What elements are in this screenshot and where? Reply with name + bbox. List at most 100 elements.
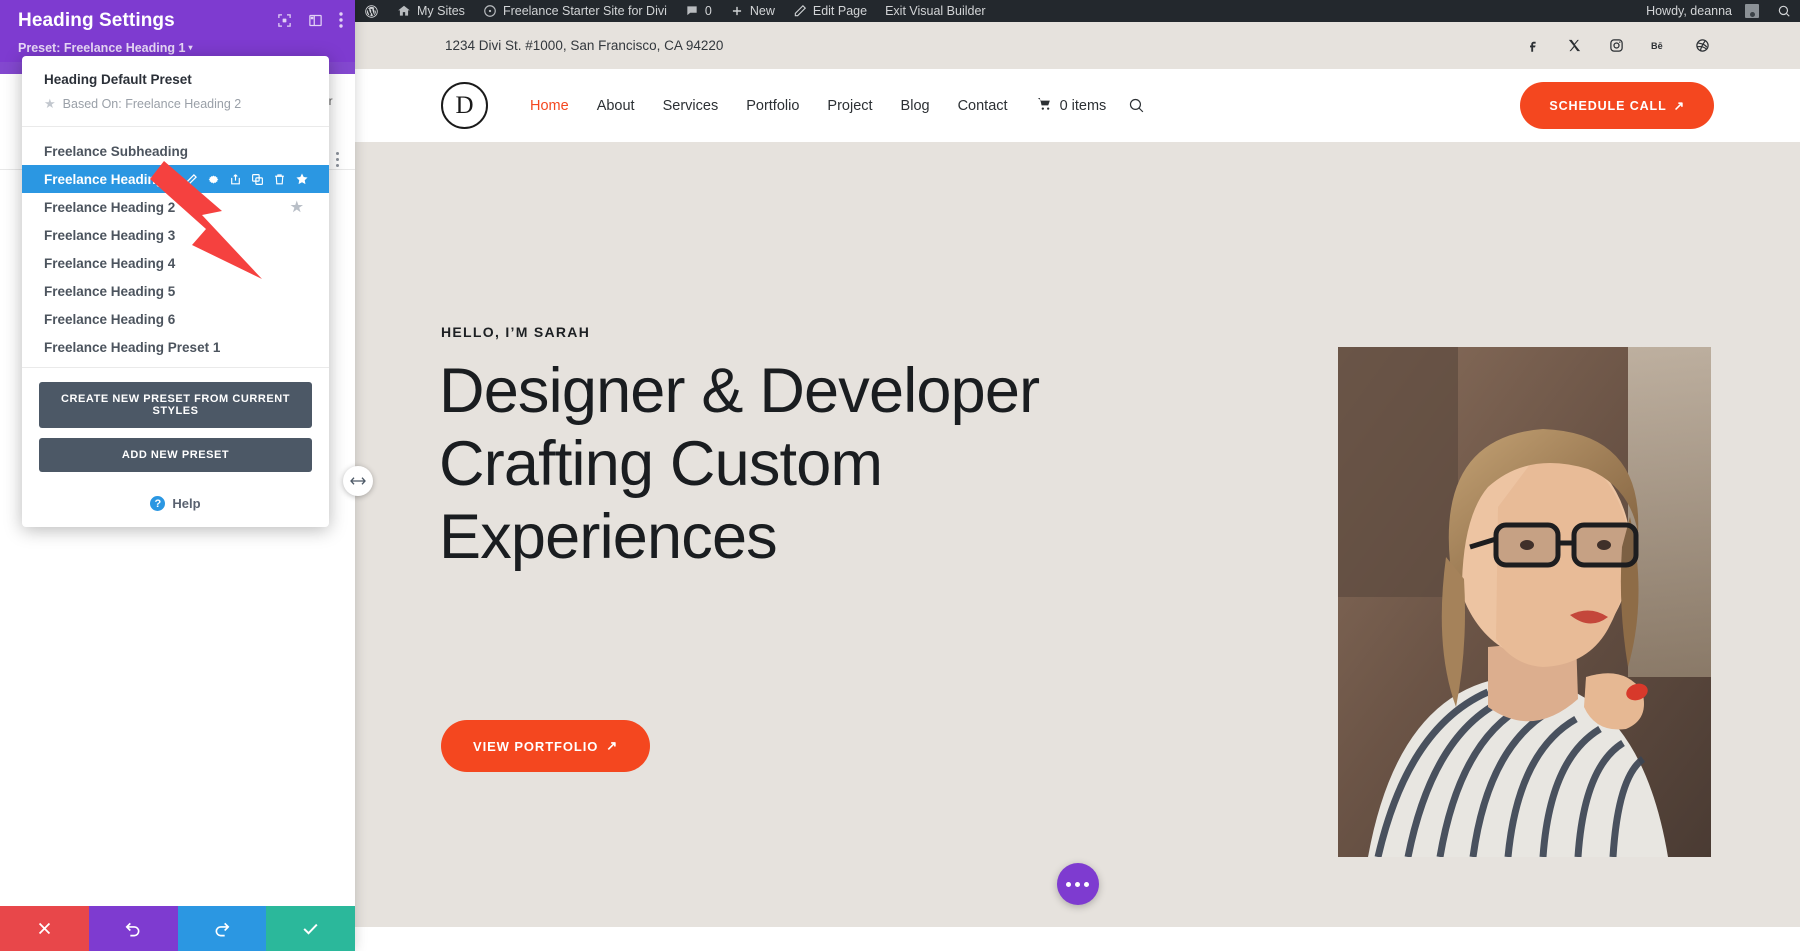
admin-bar-item-edit-page[interactable]: Edit Page: [784, 0, 876, 22]
preset-item-label: Freelance Heading Preset 1: [44, 339, 221, 355]
preset-selector[interactable]: Preset: Freelance Heading 1 ▾: [18, 41, 339, 55]
hero-section: HELLO, I’M SARAH Designer & Developer Cr…: [355, 142, 1800, 927]
admin-bar-item-comments[interactable]: 0: [676, 0, 721, 22]
panel-resize-handle[interactable]: [343, 466, 373, 496]
sites-icon: [397, 4, 411, 18]
preset-item-freelance-heading-4[interactable]: Freelance Heading 4: [22, 249, 329, 277]
dot: [1075, 881, 1080, 887]
settings-gear-icon[interactable]: [207, 173, 220, 186]
search-icon[interactable]: [1768, 0, 1800, 22]
help-link[interactable]: ? Help: [22, 486, 329, 519]
arrow-up-right-icon: ↗: [606, 738, 619, 753]
default-star-icon[interactable]: ★: [290, 199, 303, 216]
wordpress-admin-bar: My Sites Freelance Starter Site for Divi…: [355, 0, 1800, 22]
nav-link-about[interactable]: About: [597, 98, 635, 114]
add-new-preset-button[interactable]: ADD NEW PRESET: [39, 438, 312, 472]
snapshot-icon[interactable]: [277, 13, 292, 28]
nav-links: Home About Services Portfolio Project Bl…: [530, 98, 1008, 114]
wordpress-logo-icon[interactable]: [355, 0, 388, 22]
nav-link-home[interactable]: Home: [530, 98, 569, 114]
dribbble-icon[interactable]: [1695, 38, 1710, 53]
save-button[interactable]: [266, 906, 355, 951]
hero-heading[interactable]: Designer & Developer Crafting Custom Exp…: [439, 355, 1079, 574]
default-preset-block[interactable]: Heading Default Preset ★ Based On: Freel…: [22, 56, 329, 127]
admin-bar-label: Freelance Starter Site for Divi: [502, 4, 667, 18]
row-options-icon[interactable]: [336, 152, 339, 170]
preset-item-freelance-heading-preset-1[interactable]: Freelance Heading Preset 1: [22, 333, 329, 361]
preset-item-freelance-heading-6[interactable]: Freelance Heading 6: [22, 305, 329, 333]
site-navbar: D Home About Services Portfolio Project …: [355, 69, 1800, 142]
preset-dropdown-buttons: CREATE NEW PRESET FROM CURRENT STYLES AD…: [22, 368, 329, 486]
view-portfolio-button[interactable]: VIEW PORTFOLIO ↗: [441, 720, 651, 772]
admin-bar-label: My Sites: [417, 4, 465, 18]
admin-bar-item-new[interactable]: New: [721, 0, 784, 22]
nav-link-project[interactable]: Project: [827, 98, 872, 114]
preset-item-freelance-subheading[interactable]: Freelance Subheading: [22, 137, 329, 165]
view-portfolio-label: VIEW PORTFOLIO: [473, 738, 599, 754]
comment-bubble-icon: [685, 4, 699, 18]
preset-item-label: Freelance Heading 1: [44, 171, 176, 187]
preset-item-freelance-heading-3[interactable]: Freelance Heading 3: [22, 221, 329, 249]
star-icon: ★: [44, 96, 56, 111]
preset-item-freelance-heading-2[interactable]: Freelance Heading 2 ★: [22, 193, 329, 221]
admin-bar-right-group: Howdy, deanna: [1637, 0, 1800, 22]
nav-link-services[interactable]: Services: [663, 98, 719, 114]
preset-label: Preset: Freelance Heading 1: [18, 41, 186, 55]
admin-bar-label: 0: [704, 4, 712, 18]
discard-changes-button[interactable]: [0, 906, 89, 951]
preset-item-label: Freelance Heading 2: [44, 199, 176, 215]
nav-link-blog[interactable]: Blog: [901, 98, 930, 114]
schedule-call-button[interactable]: SCHEDULE CALL ↗: [1520, 82, 1714, 129]
x-twitter-icon[interactable]: [1567, 38, 1582, 53]
pencil-icon: [793, 4, 807, 18]
set-default-star-icon[interactable]: [295, 172, 309, 186]
site-address: 1234 Divi St. #1000, San Francisco, CA 9…: [445, 38, 724, 53]
dot: [1066, 881, 1071, 887]
divi-visual-builder-screen: My Sites Freelance Starter Site for Divi…: [0, 0, 1800, 951]
cart-link[interactable]: 0 items: [1036, 96, 1107, 116]
preset-item-label: Freelance Heading 5: [44, 283, 176, 299]
page-settings-fab[interactable]: [1056, 863, 1099, 905]
export-icon[interactable]: [229, 173, 242, 186]
admin-bar-item-site-name[interactable]: Freelance Starter Site for Divi: [474, 0, 676, 22]
panel-bottom-toolbar: [0, 906, 355, 951]
default-preset-title: Heading Default Preset: [44, 72, 192, 87]
layout-columns-icon[interactable]: [308, 13, 323, 28]
duplicate-icon[interactable]: [251, 173, 264, 186]
hero-eyebrow: HELLO, I’M SARAH: [441, 324, 591, 340]
behance-icon[interactable]: Bē: [1651, 38, 1668, 53]
chevron-down-icon: ▾: [188, 43, 193, 52]
heading-settings-panel: Heading Settings Preset: Freelance Headi…: [0, 0, 355, 951]
nav-link-portfolio[interactable]: Portfolio: [746, 98, 799, 114]
admin-bar-howdy[interactable]: Howdy, deanna: [1637, 0, 1768, 22]
cart-label: 0 items: [1059, 97, 1107, 114]
question-mark-icon: ?: [150, 496, 166, 511]
preset-item-freelance-heading-1[interactable]: Freelance Heading 1: [22, 165, 329, 193]
avatar: [1745, 4, 1759, 18]
instagram-icon[interactable]: [1609, 38, 1624, 53]
preset-item-label: Freelance Heading 4: [44, 255, 176, 271]
redo-button[interactable]: [177, 906, 267, 951]
site-search-icon[interactable]: [1128, 97, 1145, 114]
site-topbar: 1234 Divi St. #1000, San Francisco, CA 9…: [355, 22, 1800, 69]
edit-pencil-icon[interactable]: [185, 173, 198, 186]
divi-logo[interactable]: D: [441, 82, 488, 129]
preset-item-freelance-heading-5[interactable]: Freelance Heading 5: [22, 277, 329, 305]
schedule-call-label: SCHEDULE CALL: [1549, 98, 1667, 113]
help-label: Help: [172, 496, 201, 511]
admin-bar-item-my-sites[interactable]: My Sites: [388, 0, 474, 22]
preset-row-actions: [185, 172, 309, 186]
plus-icon: [730, 4, 744, 18]
delete-trash-icon[interactable]: [273, 173, 286, 186]
create-new-preset-button[interactable]: CREATE NEW PRESET FROM CURRENT STYLES: [39, 382, 312, 428]
admin-bar-item-exit-visual-builder[interactable]: Exit Visual Builder: [876, 0, 995, 22]
undo-button[interactable]: [88, 906, 178, 951]
preset-dropdown: Heading Default Preset ★ Based On: Freel…: [22, 56, 329, 527]
more-vertical-icon[interactable]: [339, 12, 343, 28]
default-preset-based-on: ★ Based On: Freelance Heading 2: [44, 96, 307, 112]
website-preview: 1234 Divi St. #1000, San Francisco, CA 9…: [355, 22, 1800, 951]
dot: [1084, 881, 1089, 887]
panel-header: Heading Settings Preset: Freelance Headi…: [0, 0, 355, 62]
nav-link-contact[interactable]: Contact: [958, 98, 1008, 114]
facebook-icon[interactable]: [1525, 38, 1540, 53]
